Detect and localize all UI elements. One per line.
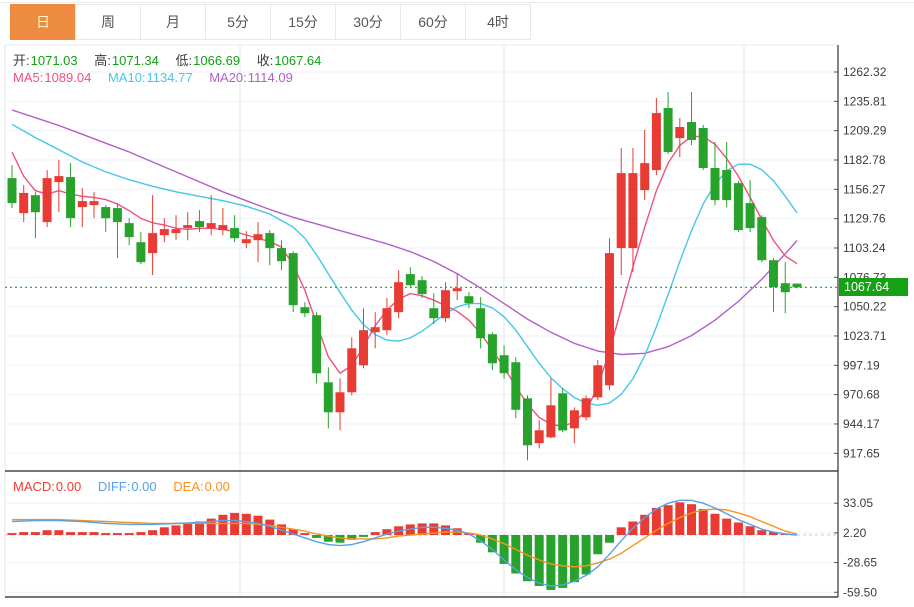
ma10-value: 1134.77 <box>146 70 193 85</box>
dea-label: DEA: <box>173 479 204 494</box>
diff-label: DIFF: <box>97 479 131 494</box>
macd-axis-label: -28.65 <box>843 556 877 570</box>
price-axis-label: 997.19 <box>843 358 880 372</box>
price-axis-label: 1103.24 <box>843 241 886 255</box>
high-value: 1071.34 <box>111 53 159 68</box>
candlestick-series <box>7 92 802 461</box>
diff-value: 0.00 <box>131 479 157 494</box>
price-axis-label: 1235.81 <box>843 94 887 108</box>
macd-histogram <box>7 502 790 590</box>
price-axis-label: 1262.32 <box>843 65 887 79</box>
price-axis-label: 1156.27 <box>843 182 886 196</box>
macd-axis-label: -59.50 <box>843 585 877 599</box>
ma5-value: 1089.04 <box>44 70 92 85</box>
ma10-label: MA10: <box>107 70 146 85</box>
close-label: 收: <box>256 53 274 68</box>
current-price-badge: 1067.64 <box>839 278 908 296</box>
dea-value: 0.00 <box>204 479 230 494</box>
macd-axis-label: 2.20 <box>843 526 867 540</box>
ma5-label: MA5: <box>13 70 44 85</box>
price-axis-label: 1209.29 <box>843 124 887 138</box>
close-value: 1067.64 <box>274 53 322 68</box>
price-axis-label: 1023.71 <box>843 329 887 343</box>
price-axis-label: 917.65 <box>843 446 880 460</box>
low-value: 1066.69 <box>193 53 241 68</box>
macd-axis-label: 33.05 <box>843 496 873 510</box>
macd-legend: MACD:0.00 DIFF:0.00 DEA:0.00 <box>13 479 243 494</box>
price-axis-label: 944.17 <box>843 417 880 431</box>
open-label: 开: <box>13 53 30 68</box>
open-value: 1071.03 <box>30 53 78 68</box>
trading-chart-window: 日周月 5分 15分 30分 60分 4时 1262.32 1235.81 1209.29 11… <box>0 0 914 607</box>
ma10-line <box>11 123 798 407</box>
low-label: 低: <box>175 53 193 68</box>
ma20-value: 1114.09 <box>247 70 293 85</box>
ohlc-legend: 开:1071.03 高:1071.34 低:1066.69 收:1067.64 <box>13 50 334 69</box>
ma20-label: MA20: <box>209 70 247 85</box>
dea-line <box>12 508 798 568</box>
macd-label: MACD: <box>13 479 55 494</box>
price-axis-label: 1129.76 <box>843 212 886 226</box>
ma-legend: MA5:1089.04 MA10:1134.77 MA20:1114.09 <box>13 70 306 85</box>
price-axis-label: 1182.78 <box>843 153 886 167</box>
price-axis-label: 970.68 <box>843 388 880 402</box>
chart-canvas[interactable]: 1262.32 1235.81 1209.29 1182.78 1156.27 1129.… <box>0 0 914 607</box>
price-axis-label: 1050.22 <box>843 300 887 314</box>
high-label: 高: <box>94 53 111 68</box>
macd-value: 0.00 <box>55 479 82 494</box>
